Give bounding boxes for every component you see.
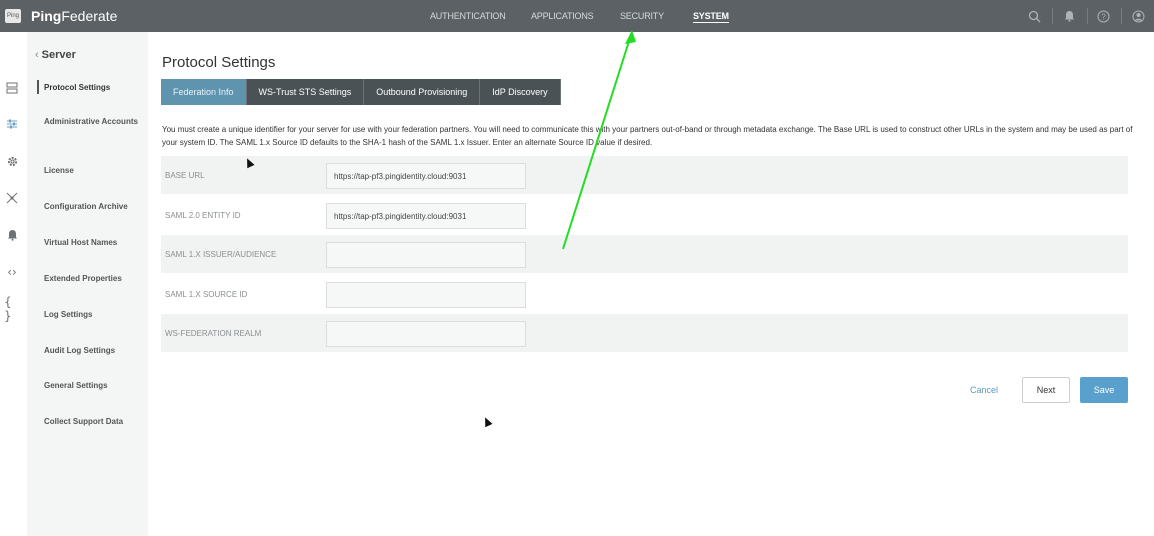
page-title: Protocol Settings bbox=[162, 54, 276, 71]
bell-icon[interactable] bbox=[4, 227, 20, 243]
code-icon[interactable]: ‹› bbox=[4, 264, 20, 280]
sidenav-back-label: Server bbox=[41, 49, 76, 61]
tab-outbound-provisioning[interactable]: Outbound Provisioning bbox=[364, 79, 481, 105]
gear-icon[interactable] bbox=[4, 153, 20, 169]
tab-federation-info[interactable]: Federation Info bbox=[161, 79, 247, 105]
field-row-ws-federation-realm: WS-FEDERATION REALM bbox=[161, 314, 1128, 352]
field-label: SAML 2.0 ENTITY ID bbox=[165, 211, 241, 220]
sidenav-item-configuration-archive[interactable]: Configuration Archive bbox=[44, 201, 144, 213]
field-row-saml2-entity-id: SAML 2.0 ENTITY ID https://tap-pf3.pingi… bbox=[161, 196, 1128, 234]
topbar-divider bbox=[1121, 8, 1122, 24]
field-label: BASE URL bbox=[165, 171, 205, 180]
topnav-applications[interactable]: APPLICATIONS bbox=[531, 11, 594, 21]
sidenav-item-administrative-accounts[interactable]: Administrative Accounts bbox=[44, 116, 144, 128]
description-text: You must create a unique identifier for … bbox=[162, 125, 1133, 147]
tab-ws-trust-sts-settings[interactable]: WS-Trust STS Settings bbox=[246, 79, 365, 105]
active-indicator bbox=[37, 80, 39, 94]
cancel-link[interactable]: Cancel bbox=[970, 385, 998, 395]
sliders-icon[interactable] bbox=[4, 116, 20, 132]
topnav-authentication[interactable]: AUTHENTICATION bbox=[430, 11, 506, 21]
main-content: Protocol Settings Federation Info WS-Tru… bbox=[148, 32, 1154, 536]
braces-icon[interactable]: { } bbox=[4, 295, 20, 323]
saml2-entity-id-input[interactable]: https://tap-pf3.pingidentity.cloud:9031 bbox=[326, 203, 526, 229]
sidenav-back-server[interactable]: ‹ Server bbox=[35, 49, 76, 61]
chevron-left-icon: ‹ bbox=[35, 49, 39, 61]
sidenav-item-extended-properties[interactable]: Extended Properties bbox=[44, 273, 144, 285]
save-button[interactable]: Save bbox=[1080, 377, 1128, 403]
brand-rest: Federate bbox=[61, 8, 118, 24]
field-label: SAML 1.X ISSUER/AUDIENCE bbox=[165, 250, 277, 259]
saml1-source-id-input[interactable] bbox=[326, 282, 526, 308]
field-row-base-url: BASE URL https://tap-pf3.pingidentity.cl… bbox=[161, 156, 1128, 194]
next-button[interactable]: Next bbox=[1022, 377, 1070, 403]
user-icon[interactable] bbox=[1130, 8, 1146, 24]
sidenav-item-log-settings[interactable]: Log Settings bbox=[44, 309, 144, 321]
sidenav-item-protocol-settings[interactable]: Protocol Settings bbox=[44, 82, 144, 94]
ping-logo[interactable]: Ping bbox=[5, 9, 21, 23]
sidenav-item-audit-log-settings[interactable]: Audit Log Settings bbox=[44, 345, 144, 357]
ws-federation-realm-input[interactable] bbox=[326, 321, 526, 347]
search-icon[interactable] bbox=[1026, 8, 1042, 24]
topnav-system[interactable]: SYSTEM bbox=[693, 11, 729, 23]
side-nav: ‹ Server Protocol Settings Administrative… bbox=[27, 32, 148, 536]
field-row-saml1-issuer: SAML 1.X ISSUER/AUDIENCE bbox=[161, 235, 1128, 273]
icon-rail: ‹› { } bbox=[0, 32, 27, 536]
topbar-divider bbox=[1087, 8, 1088, 24]
brand-bold: Ping bbox=[31, 8, 62, 24]
tab-idp-discovery[interactable]: IdP Discovery bbox=[480, 79, 561, 105]
field-row-saml1-source-id: SAML 1.X SOURCE ID bbox=[161, 275, 1128, 313]
sidenav-item-license[interactable]: License bbox=[44, 165, 144, 177]
svg-text:?: ? bbox=[1101, 12, 1106, 21]
help-icon[interactable]: ? bbox=[1095, 8, 1111, 24]
bell-icon[interactable] bbox=[1061, 8, 1077, 24]
topnav-security[interactable]: SECURITY bbox=[620, 11, 664, 21]
topbar-divider bbox=[1052, 8, 1053, 24]
field-label: WS-FEDERATION REALM bbox=[165, 329, 262, 338]
sidenav-item-general-settings[interactable]: General Settings bbox=[44, 380, 144, 392]
base-url-input[interactable]: https://tap-pf3.pingidentity.cloud:9031 bbox=[326, 163, 526, 189]
field-label: SAML 1.X SOURCE ID bbox=[165, 290, 248, 299]
server-icon[interactable] bbox=[4, 80, 20, 96]
saml1-issuer-input[interactable] bbox=[326, 242, 526, 268]
sidenav-item-collect-support-data[interactable]: Collect Support Data bbox=[44, 416, 144, 428]
sidenav-item-virtual-host-names[interactable]: Virtual Host Names bbox=[44, 237, 144, 249]
tab-bar: Federation Info WS-Trust STS Settings Ou… bbox=[161, 79, 561, 105]
top-bar: Ping PingFederate AUTHENTICATION APPLICA… bbox=[0, 0, 1154, 32]
app-brand[interactable]: PingFederate bbox=[31, 8, 117, 24]
network-icon[interactable] bbox=[4, 190, 20, 206]
